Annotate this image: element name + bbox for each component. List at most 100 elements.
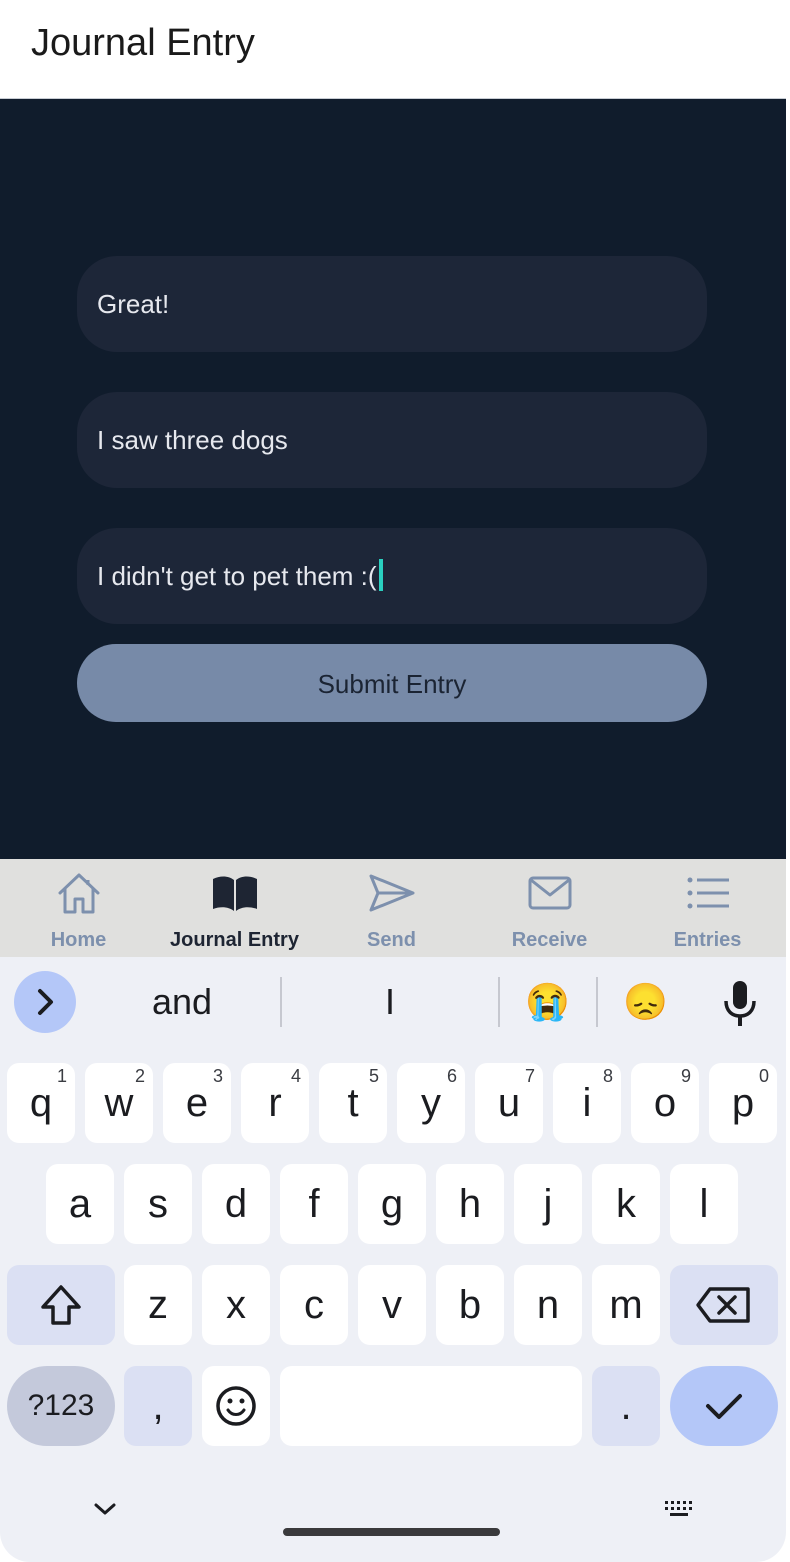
page-title: Journal Entry (31, 22, 255, 64)
key-j[interactable]: j (514, 1164, 582, 1244)
suggestion-2[interactable]: I (300, 979, 480, 1025)
key-m[interactable]: m (592, 1265, 660, 1345)
text-caret (378, 559, 383, 592)
key-p[interactable]: p0 (709, 1063, 777, 1143)
suggestion-1[interactable]: and (102, 979, 262, 1025)
suggestion-divider (498, 977, 500, 1027)
key-h[interactable]: h (436, 1164, 504, 1244)
suggestion-divider (280, 977, 282, 1027)
key-d[interactable]: d (202, 1164, 270, 1244)
tab-send-label: Send (367, 929, 416, 951)
key-c[interactable]: c (280, 1265, 348, 1345)
key-b[interactable]: b (436, 1265, 504, 1345)
backspace-icon (696, 1287, 750, 1323)
suggestion-divider (596, 977, 598, 1027)
tab-receive-label: Receive (511, 929, 588, 951)
tab-entries[interactable]: Entries (629, 859, 786, 957)
key-i-label: i (582, 1081, 592, 1125)
mood-field[interactable] (77, 256, 707, 352)
key-q[interactable]: q1 (7, 1063, 75, 1143)
enter-key[interactable] (670, 1366, 778, 1446)
key-p-hint: 0 (758, 1066, 769, 1086)
key-z[interactable]: z (124, 1265, 192, 1345)
entry-input-3-text: I didn't get to pet them :( (97, 561, 377, 591)
emoji-suggestion-crying-glyph: 😭 (525, 981, 570, 1022)
microphone-icon[interactable] (720, 979, 760, 1027)
key-y[interactable]: y6 (397, 1063, 465, 1143)
expand-suggestions-button[interactable] (14, 971, 76, 1033)
key-q-hint: 1 (56, 1066, 67, 1086)
book-icon (212, 876, 257, 911)
shift-icon (41, 1285, 81, 1325)
key-y-label: y (421, 1081, 441, 1125)
journal-form: I didn't get to pet them :( Submit Entry (0, 99, 786, 859)
tab-send[interactable]: Send (313, 859, 470, 957)
soft-keyboard: and I 😭 😞 q1 w2 e3 r4 t5 y6 u7 i8 o9 p0 … (0, 957, 786, 1562)
smiley-icon (216, 1386, 256, 1426)
emoji-suggestion-disappointed[interactable]: 😞 (623, 979, 669, 1025)
tab-home[interactable]: Home (0, 859, 157, 957)
key-q-label: q (29, 1081, 53, 1125)
key-t-hint: 5 (368, 1066, 379, 1086)
key-s[interactable]: s (124, 1164, 192, 1244)
hide-keyboard-icon[interactable] (90, 1497, 120, 1521)
key-e-hint: 3 (212, 1066, 223, 1086)
entry-input-2[interactable] (97, 392, 687, 488)
list-icon (687, 877, 729, 909)
comma-key[interactable]: , (124, 1366, 192, 1446)
key-i[interactable]: i8 (553, 1063, 621, 1143)
submit-entry-button[interactable]: Submit Entry (77, 644, 707, 722)
gesture-nav-handle[interactable] (283, 1528, 500, 1536)
period-key[interactable]: . (592, 1366, 660, 1446)
keyboard-switch-icon[interactable] (662, 1497, 698, 1521)
key-e[interactable]: e3 (163, 1063, 231, 1143)
key-e-label: e (185, 1081, 209, 1125)
key-k[interactable]: k (592, 1164, 660, 1244)
key-y-hint: 6 (446, 1066, 457, 1086)
key-u-hint: 7 (524, 1066, 535, 1086)
key-o-hint: 9 (680, 1066, 691, 1086)
key-w-label: w (104, 1081, 134, 1125)
key-l[interactable]: l (670, 1164, 738, 1244)
entry-field-2[interactable] (77, 392, 707, 488)
tab-entries-label: Entries (673, 929, 742, 951)
key-a[interactable]: a (46, 1164, 114, 1244)
mood-input[interactable] (97, 256, 687, 352)
tab-receive[interactable]: Receive (471, 859, 628, 957)
key-g[interactable]: g (358, 1164, 426, 1244)
key-u[interactable]: u7 (475, 1063, 543, 1143)
key-p-label: p (731, 1081, 755, 1125)
key-w[interactable]: w2 (85, 1063, 153, 1143)
key-o-label: o (653, 1081, 677, 1125)
shift-key[interactable] (7, 1265, 115, 1345)
tab-journal-entry-label: Journal Entry (170, 929, 299, 951)
mail-icon (528, 876, 571, 910)
bottom-tab-bar: Home Journal Entry Send Receive Entries (0, 859, 786, 957)
app-bar: Journal Entry (0, 0, 786, 99)
key-t[interactable]: t5 (319, 1063, 387, 1143)
tab-journal-entry[interactable]: Journal Entry (156, 859, 313, 957)
emoji-suggestion-crying[interactable]: 😭 (525, 979, 571, 1025)
home-icon (58, 873, 99, 914)
entry-input-3[interactable]: I didn't get to pet them :( (97, 528, 383, 624)
key-r-label: r (268, 1081, 282, 1125)
chevron-right-icon (38, 989, 53, 1015)
key-r[interactable]: r4 (241, 1063, 309, 1143)
key-t-label: t (347, 1081, 359, 1125)
space-key[interactable] (280, 1366, 582, 1446)
send-icon (369, 874, 414, 912)
backspace-key[interactable] (670, 1265, 778, 1345)
emoji-suggestion-disappointed-glyph: 😞 (623, 981, 668, 1022)
tab-home-label: Home (50, 929, 107, 951)
key-x[interactable]: x (202, 1265, 270, 1345)
key-o[interactable]: o9 (631, 1063, 699, 1143)
entry-field-3[interactable]: I didn't get to pet them :( (77, 528, 707, 624)
key-r-hint: 4 (290, 1066, 301, 1086)
symbols-key[interactable]: ?123 (7, 1366, 115, 1446)
key-v[interactable]: v (358, 1265, 426, 1345)
key-f[interactable]: f (280, 1164, 348, 1244)
key-i-hint: 8 (602, 1066, 613, 1086)
key-u-label: u (497, 1081, 521, 1125)
key-n[interactable]: n (514, 1265, 582, 1345)
emoji-key[interactable] (202, 1366, 270, 1446)
